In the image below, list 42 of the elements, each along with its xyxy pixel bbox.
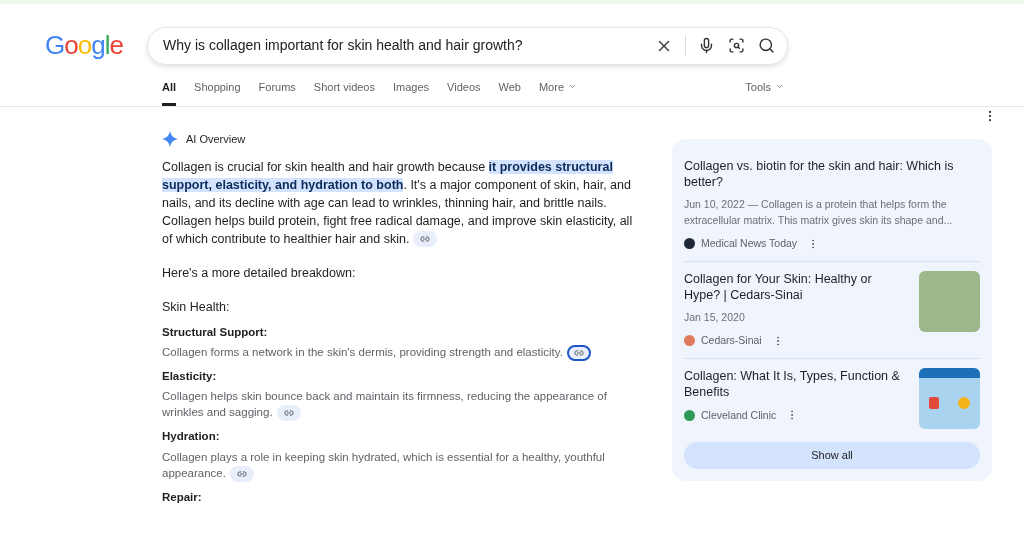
point-heading: Hydration: <box>162 429 221 445</box>
source-title[interactable]: Collagen vs. biotin for the skin and hair: Which is better? <box>684 158 980 190</box>
photo-placeholder <box>919 270 980 332</box>
search-tab[interactable]: Forums <box>258 74 296 106</box>
section-heading: Skin Health: <box>162 299 231 317</box>
point-heading: Repair: <box>162 489 203 505</box>
infographic-thumbnail <box>919 367 980 429</box>
search-tab[interactable]: All <box>162 74 177 106</box>
breakdown-lead: Here's a more detailed breakdown: <box>162 264 357 282</box>
search-tab[interactable]: More <box>538 74 577 106</box>
overview-paragraph: Collagen is crucial for skin health and hair growth because it provides structural support, elasticity, and hydration to both. It's a major component of skin, hair, and nails, and its decline with age can lead to wrinkles, thinning hair, and brittle nails. Collagen helps build protein, fight free radical damage, and improve skin elasticity, all of which contribute to healthier hair and skin. <box>162 158 634 248</box>
google-logo[interactable]: Google <box>0 26 147 65</box>
point-text: Collagen plays a role in keeping skin hydrated, which is essential for a healthy, youthful appearance. <box>162 448 642 482</box>
source-snippet: Jan 15, 2020 <box>684 309 746 325</box>
point-heading: Elasticity: <box>162 369 218 385</box>
link-icon <box>283 408 294 419</box>
search-tab[interactable]: Images <box>393 74 430 106</box>
source-title[interactable]: Collagen: What It Is, Types, Function & Benefits <box>684 367 911 400</box>
sparkle-icon <box>162 131 178 148</box>
point-text: Collagen helps skin bounce back and maintain its firmness, reducing the appearance of wrinkles and sagging. <box>162 388 642 422</box>
tools-button[interactable]: Tools <box>745 78 784 106</box>
link-icon <box>573 348 584 359</box>
source-title[interactable]: Collagen for Your Skin: Healthy or Hype? | Cedars-Sinai <box>684 270 911 303</box>
search-tab[interactable]: Short videos <box>313 74 375 106</box>
search-icon[interactable] <box>758 37 775 54</box>
search-tab[interactable]: Web <box>498 74 521 106</box>
microphone-icon[interactable] <box>698 37 715 54</box>
search-tab[interactable]: Shopping <box>194 74 241 106</box>
point-heading: Structural Support: <box>162 325 269 340</box>
search-tab[interactable]: Videos <box>447 74 481 106</box>
source-snippet: Jun 10, 2022 — Collagen is a protein that helps form the extracellular matrix. This matrix gives skin its shape and... <box>684 197 954 228</box>
show-all-button[interactable]: Show all <box>684 441 980 469</box>
site-name: Medical News Today <box>701 236 798 251</box>
link-icon <box>236 468 247 479</box>
overview-title: AI Overview <box>186 132 246 147</box>
citation-link-button[interactable] <box>566 345 591 362</box>
point-text: Collagen forms a network in the skin's dermis, providing strength and elasticity. <box>162 344 642 362</box>
site-name: Cleveland Clinic <box>701 407 777 423</box>
link-icon <box>420 234 431 245</box>
site-name: Cedars-Sinai <box>701 332 762 348</box>
camera-search-icon[interactable] <box>728 37 745 54</box>
search-query: Why is collagen important for skin health and hair growth? <box>163 36 524 55</box>
